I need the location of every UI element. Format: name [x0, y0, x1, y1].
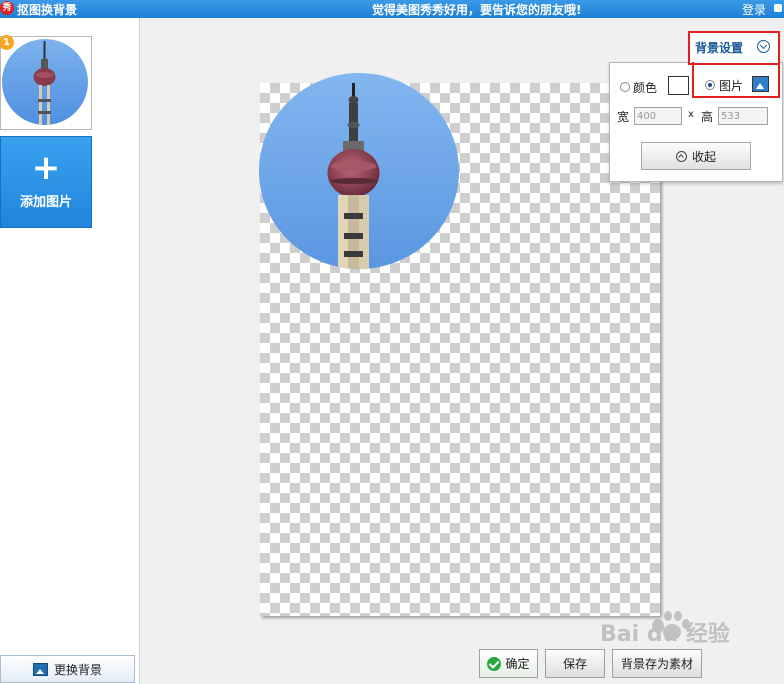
change-background-label: 更换背景 [53, 662, 102, 677]
height-input[interactable] [718, 107, 768, 125]
add-image-button[interactable]: + 添加图片 [0, 136, 92, 228]
save-as-material-button[interactable]: 背景存为素材 [612, 649, 702, 678]
thumbnail-image [2, 39, 88, 125]
times-sign: x [688, 109, 694, 120]
background-settings-toggle[interactable]: 背景设置 [688, 31, 780, 65]
login-link[interactable]: 登录 [742, 1, 766, 18]
watermark-text: Bai du 经验 [600, 622, 730, 647]
image-option-label: 图片 [719, 79, 744, 93]
collapse-label: 收起 [691, 149, 716, 164]
collapse-button[interactable]: 收起 [641, 142, 751, 170]
window-control-icon[interactable] [774, 4, 782, 12]
picture-icon [32, 662, 48, 676]
confirm-label: 确定 [505, 657, 530, 671]
save-label: 保存 [562, 657, 587, 671]
app-title: 抠图换背景 [17, 3, 78, 17]
image-thumbnail[interactable]: 1 [0, 35, 92, 130]
confirm-button[interactable]: 确定 [479, 649, 538, 678]
chevron-up-icon [675, 150, 687, 162]
plus-icon: + [31, 148, 61, 188]
save-as-material-label: 背景存为素材 [620, 657, 693, 671]
color-swatch[interactable] [668, 76, 689, 95]
slogan-text: 觉得美图秀秀好用，要告诉您的朋友哦! [372, 3, 582, 17]
height-label: 高 [701, 110, 714, 124]
chevron-down-icon [757, 40, 770, 53]
editing-canvas[interactable] [259, 73, 660, 616]
app-logo-icon: 秀 [0, 1, 14, 15]
left-panel: 1 + 添加图片 更换背景 [0, 18, 140, 684]
image-option-radio[interactable] [705, 80, 715, 90]
baidu-watermark: Bai du 经验 [600, 604, 750, 648]
cutout-image[interactable] [259, 73, 460, 270]
width-input[interactable] [634, 107, 682, 125]
change-background-button[interactable]: 更换背景 [0, 655, 135, 683]
add-image-label: 添加图片 [19, 195, 72, 210]
image-swatch-icon[interactable] [752, 76, 769, 92]
color-option-label: 颜色 [633, 81, 658, 95]
tower-image [259, 73, 459, 269]
title-bar: 秀 抠图换背景 觉得美图秀秀好用，要告诉您的朋友哦! 登录 [0, 0, 784, 18]
color-option-radio[interactable] [620, 82, 630, 92]
background-settings-title: 背景设置 [695, 41, 744, 55]
save-button[interactable]: 保存 [545, 649, 605, 678]
width-label: 宽 [617, 110, 630, 124]
check-icon [487, 656, 502, 671]
